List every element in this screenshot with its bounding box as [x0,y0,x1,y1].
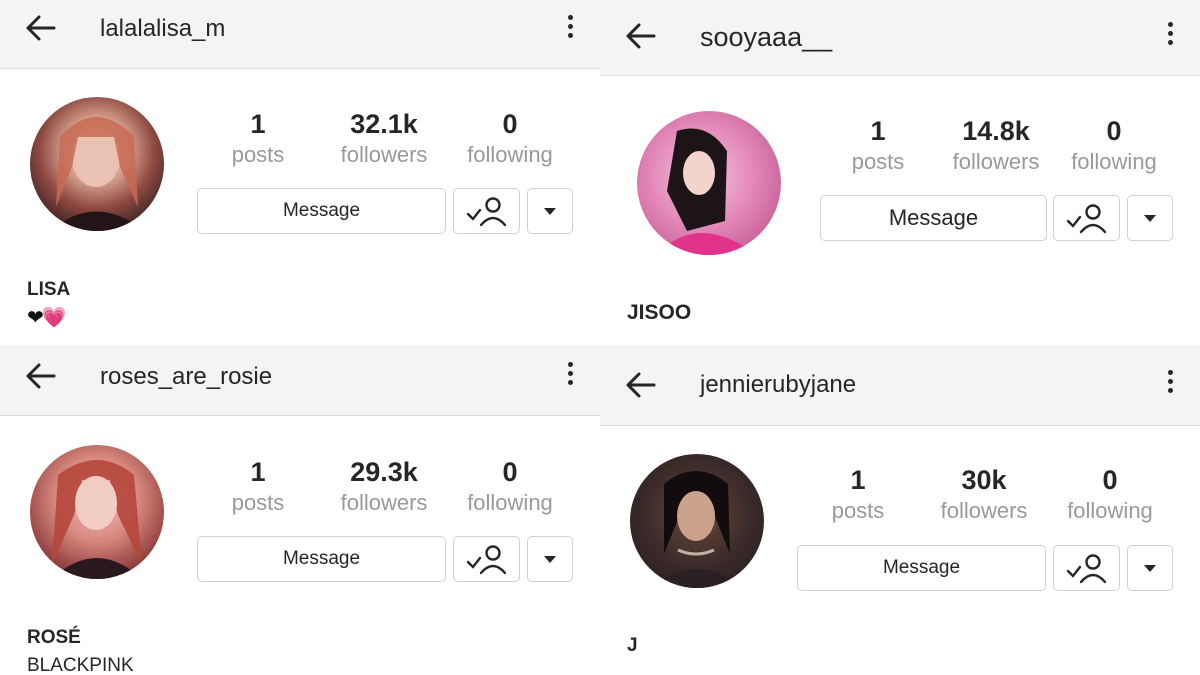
posts-count[interactable]: 1 posts [203,108,313,170]
more-options-icon[interactable] [566,15,574,42]
back-arrow-icon[interactable] [24,14,56,42]
suggestions-dropdown-button[interactable] [527,188,573,234]
avatar[interactable] [630,454,764,588]
avatar-photo [50,117,144,231]
followers-label: followers [952,149,1040,174]
followers-number: 14.8k [962,116,1030,146]
profile-bio: ❤💗 [27,307,67,329]
avatar[interactable] [637,111,781,255]
posts-count[interactable]: 1 posts [803,464,913,526]
back-arrow-icon[interactable] [624,371,656,399]
posts-label: posts [851,149,905,174]
avatar-photo [652,471,742,588]
more-options-icon[interactable] [1166,22,1174,49]
message-button[interactable]: Message [820,195,1047,241]
posts-label: posts [831,498,885,523]
following-label: following [467,490,553,515]
message-button[interactable]: Message [797,545,1046,591]
following-status-button[interactable] [453,188,520,234]
profile-bio: BLACKPINK [27,655,134,675]
profile-username: sooyaaa__ [700,22,833,52]
avatar[interactable] [30,445,164,579]
following-count[interactable]: 0 following [1055,464,1165,526]
profile-username: jennierubyjane [700,371,857,398]
avatar-photo [52,460,142,579]
profile-header: roses_are_rosie [0,345,600,416]
posts-count[interactable]: 1 posts [823,115,933,177]
following-status-button[interactable] [453,536,520,582]
followers-number: 29.3k [350,457,418,487]
following-status-button[interactable] [1053,195,1120,241]
user-check-icon [1066,204,1106,234]
profile-display-name: ROSÉ [27,627,81,648]
user-check-icon [1066,554,1106,584]
profile-panel-jisoo: sooyaaa__ 1 posts 14.8k followers 0 foll… [600,0,1200,345]
following-label: following [1067,498,1153,523]
caret-down-icon [1144,214,1156,222]
followers-number: 30k [961,465,1007,495]
more-options-icon[interactable] [566,362,574,389]
user-check-icon [466,197,506,227]
posts-label: posts [231,490,285,515]
following-number: 0 [1102,465,1118,495]
suggestions-dropdown-button[interactable] [1127,545,1173,591]
suggestions-dropdown-button[interactable] [527,536,573,582]
message-button[interactable]: Message [197,536,446,582]
posts-number: 1 [870,116,886,146]
more-options-icon[interactable] [1166,370,1174,397]
followers-label: followers [940,498,1028,523]
following-count[interactable]: 0 following [1059,115,1169,177]
back-arrow-icon[interactable] [24,362,56,390]
following-number: 0 [502,109,518,139]
caret-down-icon [1144,564,1156,572]
suggestions-dropdown-button[interactable] [1127,195,1173,241]
following-count[interactable]: 0 following [455,108,565,170]
followers-label: followers [340,490,428,515]
message-button[interactable]: Message [197,188,446,234]
profile-header: lalalalisa_m [0,0,600,69]
caret-down-icon [544,207,556,215]
caret-down-icon [544,555,556,563]
followers-count[interactable]: 29.3k followers [329,456,439,518]
followers-count[interactable]: 30k followers [929,464,1039,526]
following-number: 0 [502,457,518,487]
posts-count[interactable]: 1 posts [203,456,313,518]
profile-panel-rose: roses_are_rosie 1 posts 29.3k followers … [0,345,600,675]
avatar-photo [657,128,757,255]
following-status-button[interactable] [1053,545,1120,591]
profile-header: jennierubyjane [600,345,1200,426]
profile-panel-lisa: lalalalisa_m 1 posts 32.1k followers 0 f… [0,0,600,345]
following-number: 0 [1106,116,1122,146]
posts-number: 1 [850,465,866,495]
back-arrow-icon[interactable] [624,22,656,50]
posts-number: 1 [250,109,266,139]
following-label: following [1071,149,1157,174]
user-check-icon [466,545,506,575]
profile-display-name: J [627,635,638,656]
posts-label: posts [231,142,285,167]
followers-count[interactable]: 14.8k followers [941,115,1051,177]
profile-panel-jennie: jennierubyjane 1 posts 30k followers 0 f… [600,345,1200,675]
avatar[interactable] [30,97,164,231]
following-count[interactable]: 0 following [455,456,565,518]
profile-username: lalalalisa_m [100,15,226,42]
profile-display-name: JISOO [627,301,692,324]
following-label: following [467,142,553,167]
profile-display-name: LISA [27,279,71,300]
posts-number: 1 [250,457,266,487]
followers-label: followers [340,142,428,167]
followers-number: 32.1k [350,109,418,139]
followers-count[interactable]: 32.1k followers [329,108,439,170]
profile-username: roses_are_rosie [100,363,273,390]
profile-header: sooyaaa__ [600,0,1200,76]
